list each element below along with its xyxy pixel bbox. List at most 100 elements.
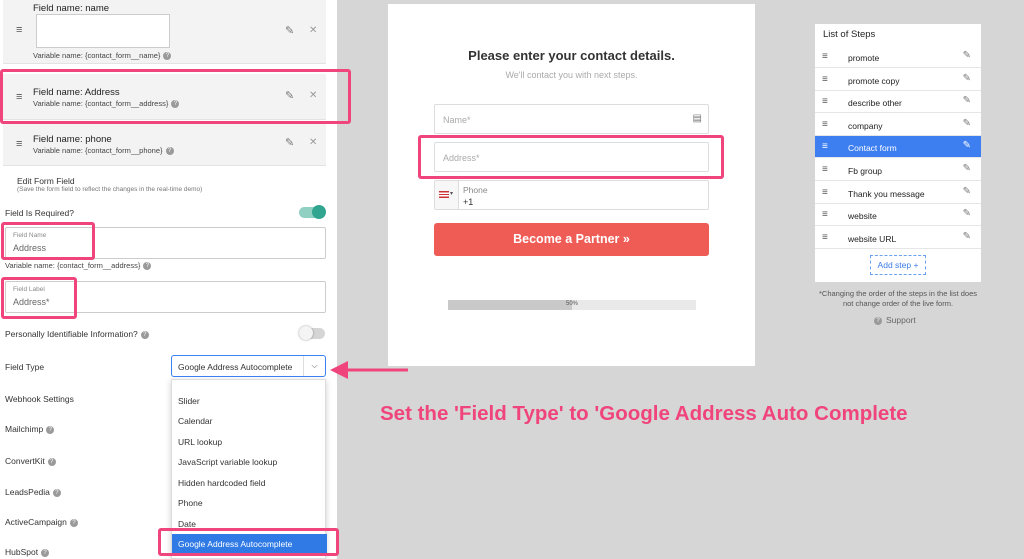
drag-handle-icon[interactable]: ≡ [822,232,828,243]
dropdown-option[interactable]: URL lookup [178,437,222,447]
pii-toggle[interactable] [299,326,325,340]
step-label: describe other [848,98,902,109]
field-card-name[interactable]: ≡ Field name: name Variable name: {conta… [3,0,326,64]
step-label: company [848,120,883,131]
drag-handle-icon[interactable]: ≡ [822,119,828,130]
pencil-icon[interactable]: ✎ [963,163,971,174]
pencil-icon[interactable]: ✎ [963,95,971,106]
step-label: website URL [848,233,897,244]
step-item[interactable]: ≡ Fb group ✎ [815,159,981,181]
help-icon[interactable]: ? [46,425,55,434]
drag-handle-icon[interactable]: ≡ [822,209,828,220]
close-icon[interactable]: ✕ [309,25,317,36]
field-title: Field name: phone [33,134,112,145]
drag-handle-icon[interactable]: ≡ [822,164,828,175]
drag-handle-icon[interactable]: ≡ [822,74,828,85]
field-variable: Variable name: {contact_form__name}? [33,51,172,61]
progress-text: 50% [565,301,578,307]
pii-label: Personally Identifiable Information?? [5,329,149,339]
progress-bar: 50% [448,300,696,310]
drag-handle-icon[interactable]: ≡ [822,51,828,62]
leadspedia-section[interactable]: LeadsPedia? [5,487,61,497]
highlight-box [158,528,339,556]
help-icon[interactable]: ? [163,52,172,61]
edit-field-title: Edit Form Field [17,176,75,186]
pencil-icon[interactable]: ✎ [963,231,971,242]
pencil-icon[interactable]: ✎ [285,136,294,149]
pencil-icon[interactable]: ✎ [963,50,971,61]
required-toggle[interactable] [299,205,326,219]
dropdown-option[interactable]: Hidden hardcoded field [178,478,265,488]
help-icon[interactable]: ? [140,330,149,339]
field-textarea[interactable] [36,14,170,48]
phone-label: Phone [463,185,488,195]
field-card-phone[interactable]: ≡ Field name: phone Variable name: {cont… [3,124,326,166]
phone-value: +1 [463,197,474,207]
convertkit-section[interactable]: ConvertKit? [5,456,56,466]
help-icon[interactable]: ? [143,262,152,271]
step-item[interactable]: ≡ promote ✎ [815,46,981,68]
steps-note: *Changing the order of the steps in the … [818,289,978,308]
help-icon[interactable]: ? [165,147,174,156]
step-label: Fb group [848,166,883,176]
field-variable: Variable name: {contact_form__phone}? [33,146,174,156]
add-step-button[interactable]: Add step + [870,255,926,275]
annotation-text: Set the 'Field Type' to 'Google Address … [380,402,908,425]
drag-handle-icon[interactable]: ≡ [822,187,828,198]
support-link[interactable]: ? Support [874,315,916,325]
dropdown-option[interactable]: Phone [178,498,203,508]
dropdown-option[interactable]: Slider [178,396,200,406]
chevron-down-icon[interactable]: ⌵ [303,356,325,376]
step-item[interactable]: ≡ company ✎ [815,114,981,136]
drag-handle-icon[interactable]: ≡ [16,24,22,36]
highlight-box [1,222,95,260]
help-icon[interactable]: ? [41,548,50,557]
drag-handle-icon[interactable]: ≡ [822,141,828,152]
pencil-icon[interactable]: ✎ [963,186,971,197]
dropdown-option[interactable]: JavaScript variable lookup [178,457,277,467]
step-item[interactable]: ≡ describe other ✎ [815,91,981,114]
step-item[interactable]: ≡ promote copy ✎ [815,69,981,91]
steps-panel: List of Steps ≡ promote ✎ ≡ promote copy ✎ ≡ de… [815,24,981,282]
close-icon[interactable]: ✕ [309,137,317,148]
become-partner-button[interactable]: Become a Partner » [434,223,709,256]
required-label: Field Is Required? [5,208,74,218]
help-icon[interactable]: ? [69,518,78,527]
step-item[interactable]: ≡ Contact form ✎ [815,136,981,159]
drag-handle-icon[interactable]: ≡ [16,138,22,150]
pencil-icon[interactable]: ✎ [963,140,971,151]
step-item[interactable]: ≡ website ✎ [815,204,981,227]
pencil-icon[interactable]: ✎ [963,73,971,84]
hubspot-section[interactable]: HubSpot? [5,547,50,557]
edit-field-subtitle: (Save the form field to reflect the chan… [17,186,203,193]
help-icon: ? [874,316,882,325]
field-type-value: Google Address Autocomplete [178,362,293,372]
form-heading: Please enter your contact details. [468,48,675,63]
highlight-box [0,69,351,124]
help-icon[interactable]: ? [52,488,61,497]
mailchimp-section[interactable]: Mailchimp? [5,424,55,434]
field-type-select[interactable]: Google Address Autocomplete ⌵ [171,355,326,377]
field-type-label: Field Type [5,362,45,372]
pencil-icon[interactable]: ✎ [963,208,971,219]
step-label: website [848,211,877,222]
step-label: promote [848,53,880,63]
dropdown-option[interactable]: Calendar [178,416,213,426]
step-item[interactable]: ≡ website URL ✎ [815,227,981,249]
form-preview-card: Please enter your contact details. We'll… [388,4,755,366]
form-subheading: We'll contact you with next steps. [505,70,638,80]
name-input[interactable]: Name* ▤ [434,104,709,134]
phone-input[interactable]: ▾ Phone +1 [434,180,709,210]
pencil-icon[interactable]: ✎ [285,24,294,37]
name-placeholder: Name* [443,115,471,125]
pencil-icon[interactable]: ✎ [963,118,971,129]
country-selector[interactable]: ▾ [435,181,459,209]
step-item[interactable]: ≡ Thank you message ✎ [815,182,981,204]
activecampaign-section[interactable]: ActiveCampaign? [5,517,78,527]
step-label: promote copy [848,75,900,86]
drag-handle-icon[interactable]: ≡ [822,96,828,107]
field-title: Field name: name [33,3,110,14]
help-icon[interactable]: ? [47,457,56,466]
webhook-settings-link[interactable]: Webhook Settings [5,394,74,404]
step-label: Thank you message [848,188,925,199]
